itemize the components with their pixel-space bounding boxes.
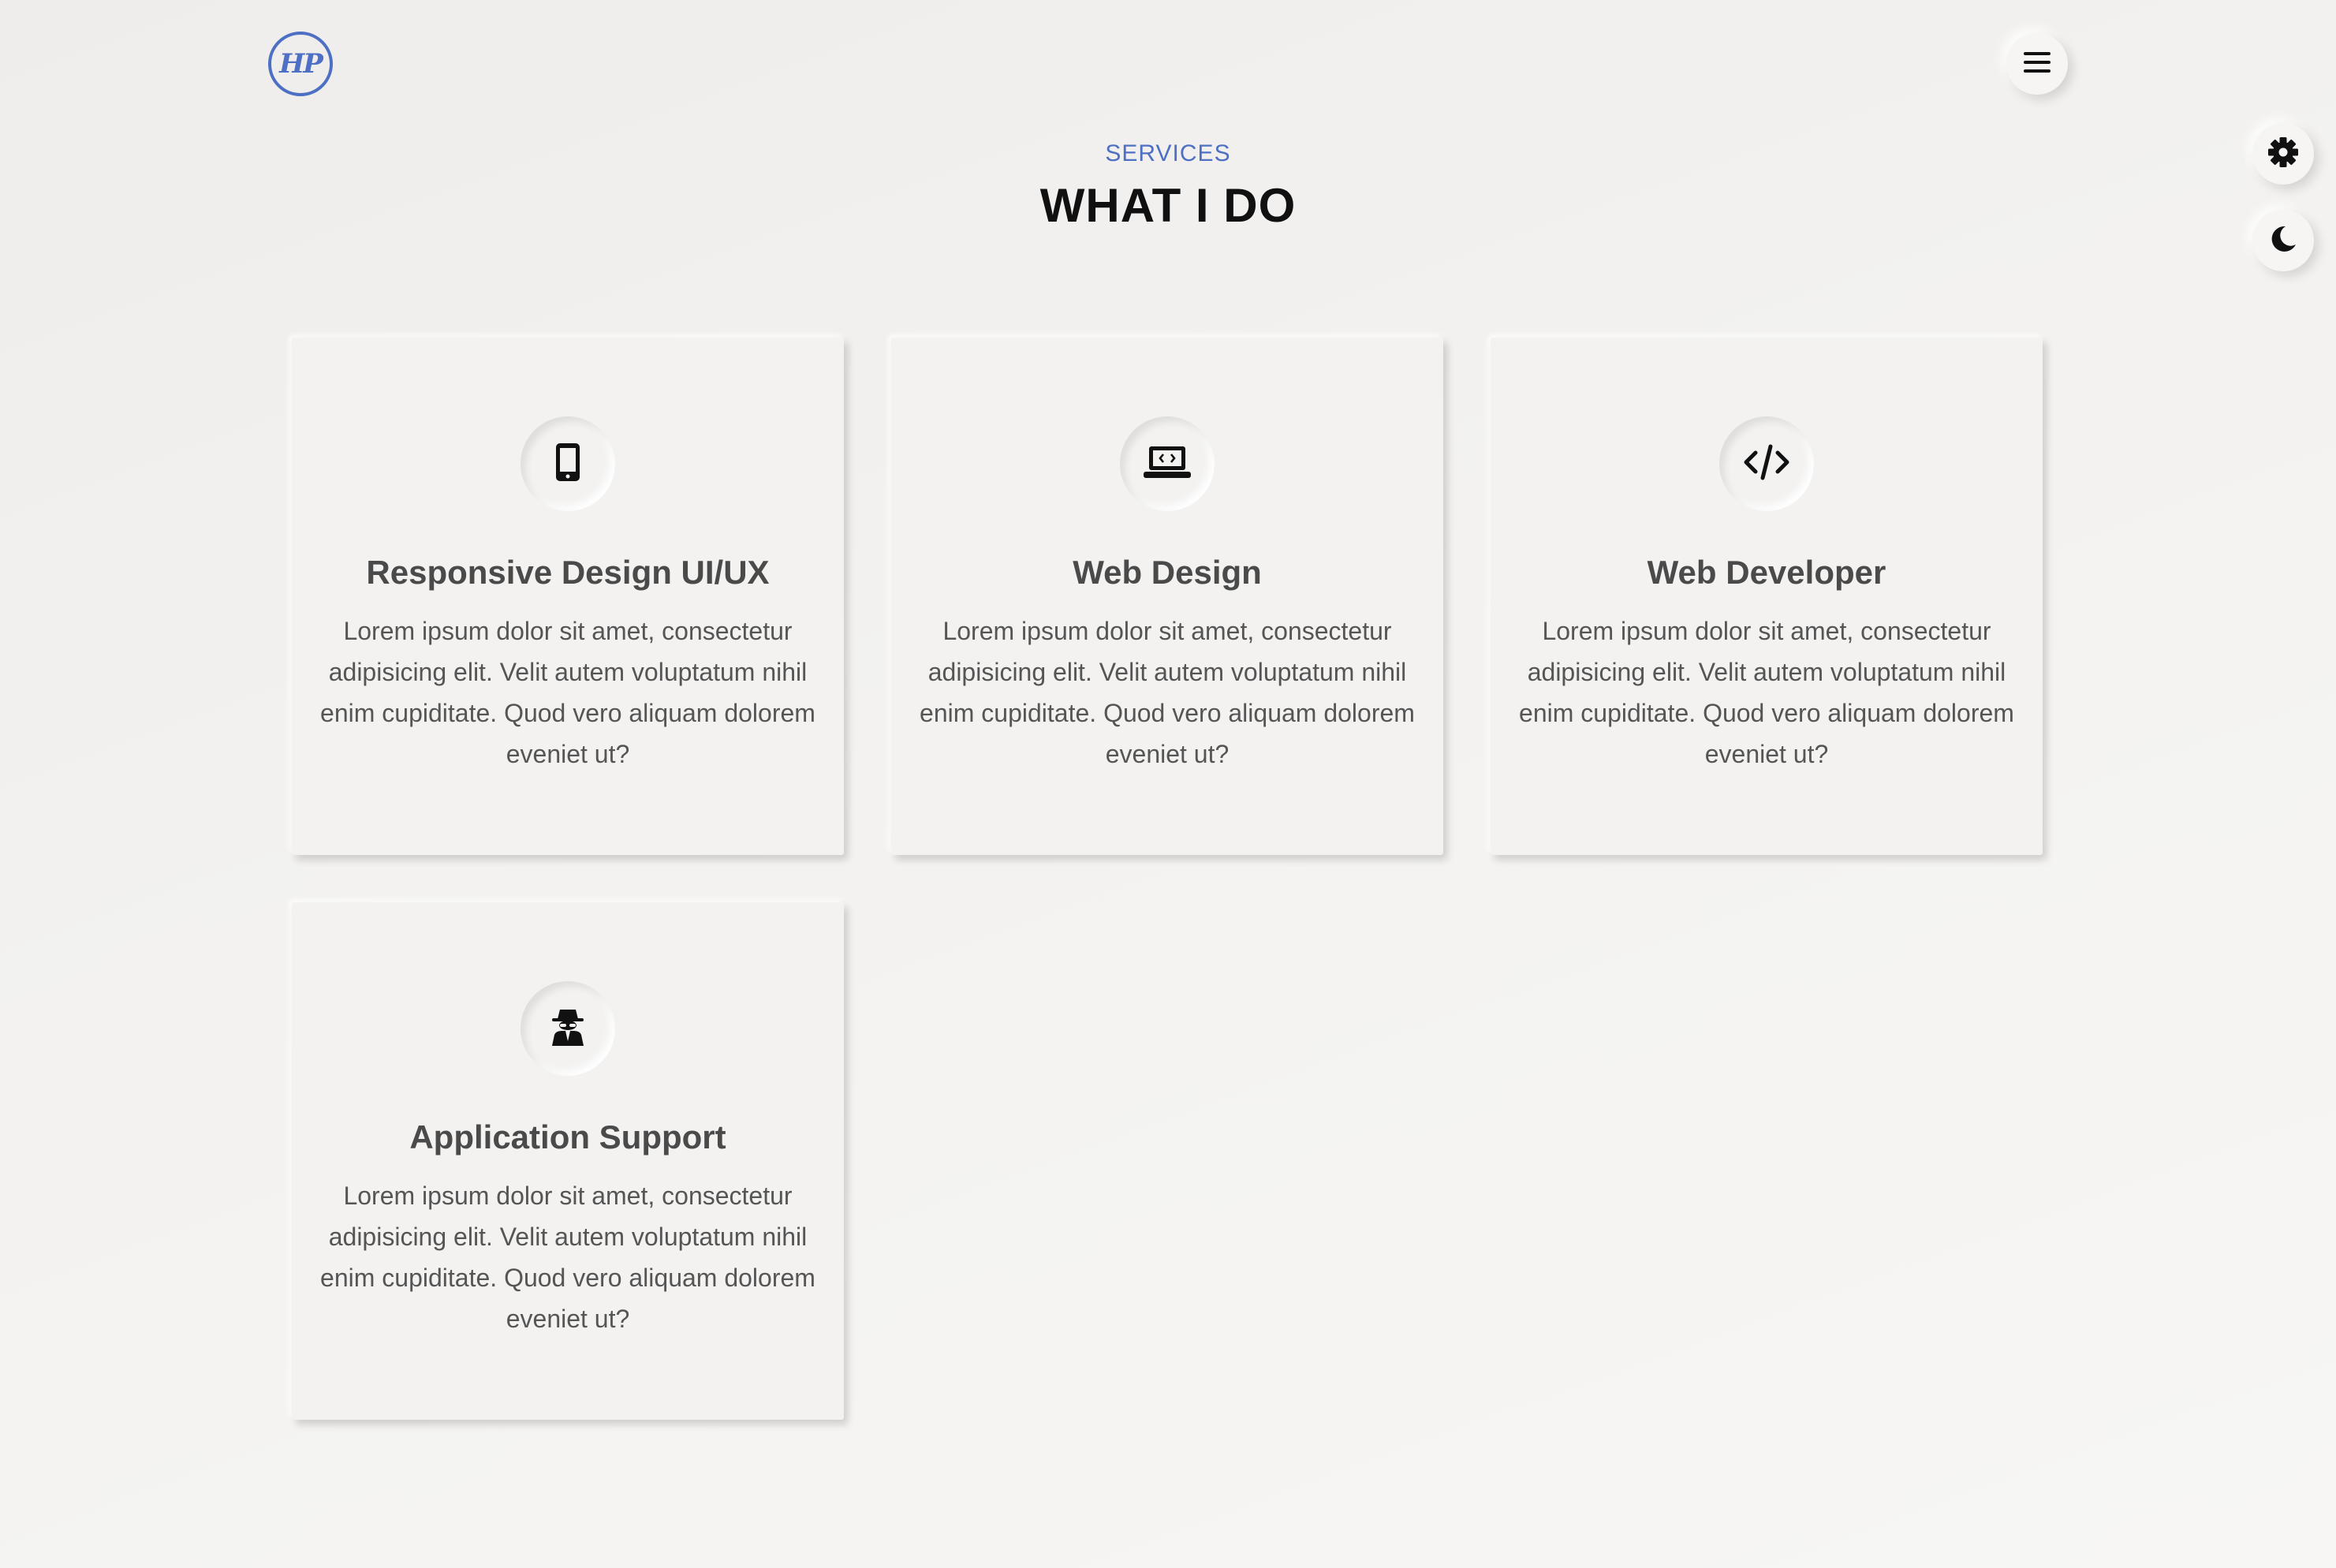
- card-description: Lorem ipsum dolor sit amet, consectetur …: [320, 617, 815, 768]
- card-icon-holder: [521, 981, 615, 1076]
- code-icon: [1741, 443, 1792, 485]
- card-title: Application Support: [409, 1118, 726, 1155]
- card-icon-holder: [521, 416, 615, 511]
- service-card: Web Developer Lorem ipsum dolor sit amet…: [1491, 338, 2043, 855]
- mobile-phone-icon: [552, 442, 584, 487]
- menu-button[interactable]: [2006, 33, 2068, 95]
- laptop-code-icon: [1143, 445, 1192, 483]
- logo-text: HP: [279, 48, 323, 80]
- card-description: Lorem ipsum dolor sit amet, consectetur …: [320, 1182, 815, 1333]
- card-title: Web Developer: [1647, 554, 1886, 591]
- card-title: Web Design: [1073, 554, 1262, 591]
- logo[interactable]: HP: [268, 32, 333, 96]
- service-card: Responsive Design UI/UX Lorem ipsum dolo…: [292, 338, 844, 855]
- card-description: Lorem ipsum dolor sit amet, consectetur …: [1519, 617, 2014, 768]
- hamburger-menu-icon: [2024, 50, 2051, 78]
- section-subtitle: SERVICES: [1105, 140, 1231, 166]
- card-icon-holder: [1719, 416, 1814, 511]
- card-description: Lorem ipsum dolor sit amet, consectetur …: [920, 617, 1415, 768]
- card-title: Responsive Design UI/UX: [366, 554, 770, 591]
- section-title: WHAT I DO: [1039, 179, 1297, 232]
- user-secret-icon: [550, 1006, 586, 1051]
- card-icon-holder: [1120, 416, 1215, 511]
- services-page: HP SERVICES WHAT I DO Responsive Design …: [0, 0, 2336, 1568]
- service-card: Web Design Lorem ipsum dolor sit amet, c…: [891, 338, 1443, 855]
- service-card: Application Support Lorem ipsum dolor si…: [292, 902, 844, 1420]
